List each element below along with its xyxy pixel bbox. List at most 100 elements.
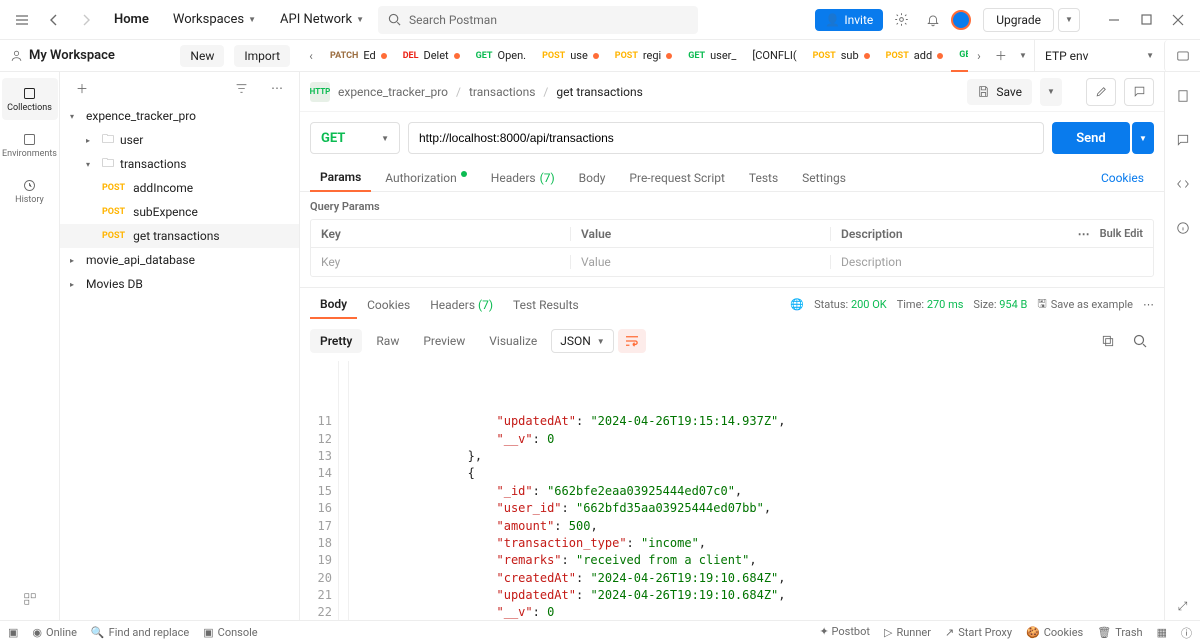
edit-icon[interactable]: [1086, 78, 1116, 106]
docs-icon[interactable]: [1169, 82, 1197, 110]
expand-icon[interactable]: ⤢: [1169, 592, 1197, 620]
cookies-link[interactable]: Cookies: [1091, 165, 1154, 191]
import-button[interactable]: Import: [234, 45, 290, 67]
rail-environments[interactable]: Environments: [2, 124, 58, 166]
workspace-title[interactable]: My Workspace: [10, 48, 115, 63]
tab-tests[interactable]: Tests: [739, 165, 788, 191]
tree-collection[interactable]: ▾expence_tracker_pro: [60, 104, 299, 128]
method-select[interactable]: GET▼: [310, 122, 400, 154]
url-input[interactable]: [408, 122, 1044, 154]
tab-params[interactable]: Params: [310, 164, 371, 192]
find-replace[interactable]: 🔍Find and replace: [91, 626, 189, 639]
globe-icon[interactable]: 🌐: [790, 298, 804, 311]
new-button[interactable]: New: [180, 45, 224, 67]
tree-request-gettransactions[interactable]: POSTget transactions: [60, 224, 299, 248]
console-toggle[interactable]: ▣Console: [203, 626, 257, 639]
comments-icon[interactable]: [1169, 126, 1197, 154]
nav-home[interactable]: Home: [104, 0, 159, 40]
save-button[interactable]: Save: [967, 79, 1032, 105]
bell-icon[interactable]: [919, 6, 947, 34]
description-input[interactable]: Description: [831, 255, 1153, 269]
tab-body[interactable]: Body: [569, 165, 616, 191]
rail-configure[interactable]: [2, 578, 58, 620]
bulk-edit-link[interactable]: Bulk Edit: [1100, 227, 1143, 240]
crumb-folder[interactable]: transactions: [469, 85, 535, 99]
request-tab[interactable]: GETuser_: [680, 40, 744, 72]
crumb-request[interactable]: get transactions: [556, 85, 642, 99]
footer-cookies[interactable]: 🍪 Cookies: [1026, 625, 1083, 641]
create-collection-icon[interactable]: ＋: [68, 74, 96, 102]
lang-select[interactable]: JSON▼: [551, 329, 613, 353]
request-tab[interactable]: DELDelet: [395, 40, 468, 72]
tree-collection-movieapi[interactable]: ▸movie_api_database: [60, 248, 299, 272]
search-response-icon[interactable]: [1126, 327, 1154, 355]
menu-icon[interactable]: [8, 6, 36, 34]
maximize-icon[interactable]: [1132, 6, 1160, 34]
search-input[interactable]: Search Postman: [378, 6, 698, 34]
view-visualize[interactable]: Visualize: [479, 329, 547, 353]
resp-tab-tests[interactable]: Test Results: [503, 292, 589, 318]
nav-workspaces[interactable]: Workspaces▼: [163, 0, 266, 40]
request-tab[interactable]: POSTsub: [805, 40, 878, 72]
avatar[interactable]: [951, 10, 971, 30]
layout-icon[interactable]: ▦: [1157, 625, 1167, 641]
request-tab[interactable]: PATCHEd: [322, 40, 395, 72]
info-icon[interactable]: [1169, 214, 1197, 242]
upgrade-button[interactable]: Upgrade: [983, 8, 1054, 32]
send-button[interactable]: Send: [1052, 122, 1130, 154]
tab-prerequest[interactable]: Pre-request Script: [619, 165, 734, 191]
request-tab[interactable]: POSTregi: [607, 40, 680, 72]
close-icon[interactable]: [1164, 6, 1192, 34]
view-pretty[interactable]: Pretty: [310, 329, 362, 353]
environment-select[interactable]: ETP env ▼: [1034, 40, 1164, 72]
tab-settings[interactable]: Settings: [792, 165, 856, 191]
more-icon[interactable]: ⋯: [1078, 227, 1090, 241]
online-status[interactable]: ◉Online: [32, 626, 77, 639]
value-input[interactable]: Value: [571, 255, 831, 269]
help-icon[interactable]: ⓘ: [1181, 625, 1192, 641]
minimize-icon[interactable]: [1100, 6, 1128, 34]
options-icon[interactable]: ⋯: [263, 74, 291, 102]
tree-request-addincome[interactable]: POSTaddIncome: [60, 176, 299, 200]
request-tab[interactable]: GETget t.: [951, 40, 968, 72]
more-icon[interactable]: ⋯: [1143, 298, 1154, 311]
back-icon[interactable]: [40, 6, 68, 34]
resp-tab-cookies[interactable]: Cookies: [357, 292, 420, 318]
nav-api-network[interactable]: API Network▼: [270, 0, 374, 40]
runner[interactable]: ▷ Runner: [884, 625, 931, 641]
tabs-scroll-left[interactable]: ‹: [300, 40, 322, 72]
invite-button[interactable]: 👤Invite: [815, 9, 883, 31]
view-preview[interactable]: Preview: [413, 329, 475, 353]
settings-icon[interactable]: [887, 6, 915, 34]
upgrade-dropdown[interactable]: ▼: [1058, 8, 1080, 32]
resp-tab-headers[interactable]: Headers (7): [420, 292, 503, 318]
tab-headers[interactable]: Headers (7): [481, 165, 565, 191]
filter-icon[interactable]: [227, 74, 255, 102]
env-quicklook-icon[interactable]: [1164, 40, 1200, 72]
rail-collections[interactable]: Collections: [2, 78, 58, 120]
trash[interactable]: 🗑 Trash: [1097, 625, 1142, 641]
request-tab[interactable]: GETOpen.: [468, 40, 534, 72]
resp-tab-body[interactable]: Body: [310, 291, 357, 319]
comment-icon[interactable]: [1124, 78, 1154, 106]
tabs-scroll-right[interactable]: ›: [968, 40, 990, 72]
request-tab[interactable]: [CONFLI(: [744, 40, 804, 72]
tree-folder-user[interactable]: ▸🗀user: [60, 128, 299, 152]
code-icon[interactable]: [1169, 170, 1197, 198]
rail-history[interactable]: History: [2, 170, 58, 212]
start-proxy[interactable]: ↗ Start Proxy: [945, 625, 1012, 641]
request-tab[interactable]: POSTuse: [534, 40, 607, 72]
response-body[interactable]: 11 "updatedAt": "2024-04-26T19:15:14.937…: [300, 361, 1164, 620]
forward-icon[interactable]: [72, 6, 100, 34]
save super dropdown[interactable]: ▼: [1040, 78, 1062, 106]
save-example-button[interactable]: 🖫Save as example: [1037, 295, 1133, 314]
view-raw[interactable]: Raw: [366, 329, 409, 353]
tree-request-subexpence[interactable]: POSTsubExpence: [60, 200, 299, 224]
copy-icon[interactable]: [1094, 327, 1122, 355]
crumb-collection[interactable]: expence_tracker_pro: [338, 85, 448, 99]
tree-collection-moviesdb[interactable]: ▸Movies DB: [60, 272, 299, 296]
wrap-lines-icon[interactable]: [618, 329, 646, 353]
sync-icon[interactable]: ▣: [8, 626, 18, 639]
tree-folder-transactions[interactable]: ▾🗀transactions: [60, 152, 299, 176]
new-tab-button[interactable]: ＋: [990, 40, 1012, 72]
